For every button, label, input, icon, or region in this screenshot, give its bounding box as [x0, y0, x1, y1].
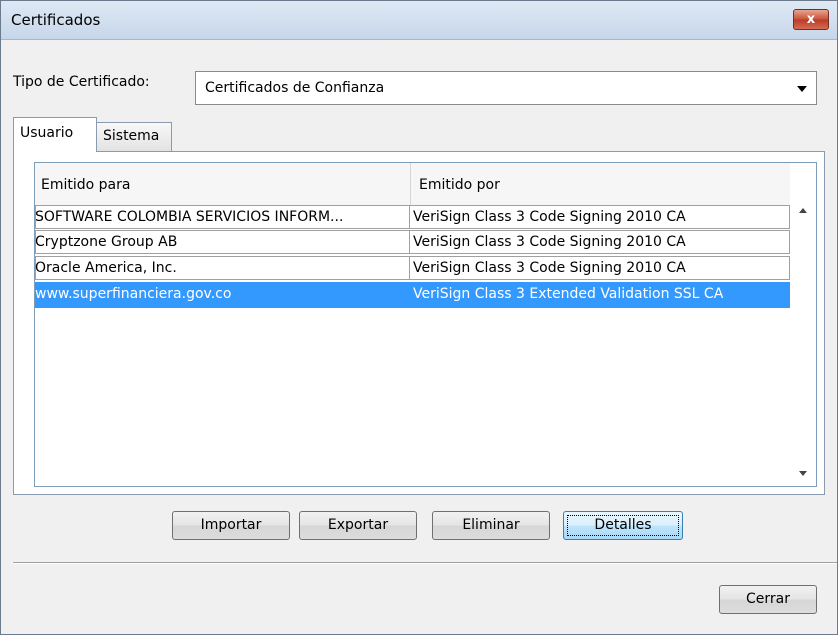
- close-window-button[interactable]: x: [793, 9, 829, 30]
- cell-emitido-para: Oracle America, Inc.: [35, 260, 177, 276]
- column-divider[interactable]: [410, 163, 411, 205]
- cell-emitido-por: VeriSign Class 3 Extended Validation SSL…: [413, 286, 724, 302]
- column-header-emitido-por[interactable]: Emitido por: [419, 177, 500, 193]
- importar-button[interactable]: Importar: [172, 511, 290, 540]
- cerrar-button[interactable]: Cerrar: [719, 585, 817, 614]
- cell-emitido-para: Cryptzone Group AB: [35, 234, 178, 250]
- cell-emitido-por: VeriSign Class 3 Code Signing 2010 CA: [413, 260, 686, 276]
- close-icon: x: [806, 12, 816, 27]
- tab-usuario-label: Usuario: [20, 125, 74, 141]
- cerrar-label: Cerrar: [746, 591, 790, 607]
- footer-divider: [13, 562, 837, 564]
- eliminar-button[interactable]: Eliminar: [432, 511, 550, 540]
- cell-emitido-por: VeriSign Class 3 Code Signing 2010 CA: [413, 209, 686, 225]
- tab-sistema[interactable]: Sistema: [96, 122, 172, 152]
- table-row-selected[interactable]: www.superfinanciera.gov.co VeriSign Clas…: [35, 282, 790, 308]
- tab-usuario[interactable]: Usuario: [13, 117, 97, 152]
- vertical-scrollbar[interactable]: [790, 205, 816, 486]
- tipo-certificado-value: Certificados de Confianza: [205, 80, 385, 96]
- tipo-certificado-select[interactable]: Certificados de Confianza: [195, 71, 817, 105]
- table-header: Emitido para Emitido por: [35, 163, 790, 206]
- focus-ring: [567, 515, 679, 536]
- dropdown-arrow-icon: [797, 86, 807, 92]
- tipo-certificado-label: Tipo de Certificado:: [13, 74, 150, 90]
- exportar-button[interactable]: Exportar: [299, 511, 417, 540]
- eliminar-label: Eliminar: [462, 517, 520, 533]
- title-bar: Certificados x: [1, 1, 837, 40]
- table-row[interactable]: SOFTWARE COLOMBIA SERVICIOS INFORM... Ve…: [35, 205, 790, 231]
- certificados-dialog: Certificados x Tipo de Certificado: Cert…: [0, 0, 838, 635]
- cell-emitido-por: VeriSign Class 3 Code Signing 2010 CA: [413, 234, 686, 250]
- table-row[interactable]: Oracle America, Inc. VeriSign Class 3 Co…: [35, 256, 790, 282]
- exportar-label: Exportar: [327, 517, 389, 533]
- importar-label: Importar: [200, 517, 262, 533]
- table-row[interactable]: Cryptzone Group AB VeriSign Class 3 Code…: [35, 230, 790, 256]
- tab-sistema-label: Sistema: [103, 128, 160, 144]
- cell-emitido-para: SOFTWARE COLOMBIA SERVICIOS INFORM...: [35, 209, 344, 225]
- scroll-up-icon[interactable]: [799, 208, 807, 213]
- certificates-table[interactable]: Emitido para Emitido por SOFTWARE COLOMB…: [34, 162, 817, 487]
- column-header-emitido-para[interactable]: Emitido para: [41, 177, 130, 193]
- detalles-button[interactable]: Detalles: [563, 511, 683, 540]
- window-title: Certificados: [11, 11, 101, 29]
- scroll-down-icon[interactable]: [799, 471, 807, 476]
- cell-emitido-para: www.superfinanciera.gov.co: [35, 286, 232, 302]
